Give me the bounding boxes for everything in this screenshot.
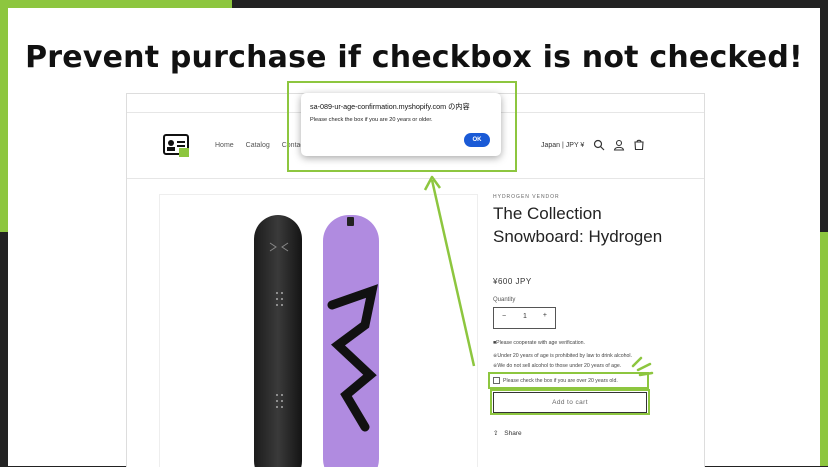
- accent-bar-right: [820, 232, 828, 466]
- age-note-prohibited: ※Under 20 years of age is prohibited by …: [493, 353, 633, 359]
- product-image[interactable]: [159, 194, 478, 467]
- account-icon[interactable]: [613, 139, 625, 151]
- product-title: The Collection Snowboard: Hydrogen: [493, 204, 663, 246]
- slide-headline: Prevent purchase if checkbox is not chec…: [25, 40, 803, 75]
- product-price: ¥600 JPY: [493, 277, 532, 286]
- accent-bar-top: [0, 0, 232, 8]
- country-selector[interactable]: Japan | JPY ¥: [541, 142, 584, 149]
- alert-dialog: sa-089-ur-age-confirmation.myshopify.com…: [301, 93, 501, 156]
- cart-icon[interactable]: [633, 139, 645, 151]
- product-vendor: HYDROGEN VENDOR: [493, 194, 560, 200]
- share-icon: ⇪: [493, 430, 499, 437]
- quantity-stepper: − 1 +: [493, 307, 556, 329]
- highlight-checkbox: [488, 372, 649, 389]
- dialog-ok-button[interactable]: OK: [464, 133, 490, 147]
- store-logo-icon[interactable]: [163, 134, 191, 158]
- search-icon[interactable]: [593, 139, 605, 151]
- quantity-decrease-button[interactable]: −: [502, 313, 506, 320]
- share-label: Share: [504, 430, 522, 437]
- highlight-add-to-cart: [490, 389, 650, 415]
- nav-catalog[interactable]: Catalog: [246, 142, 270, 149]
- age-note-no-sell: ※We do not sell alcohol to those under 2…: [493, 363, 622, 369]
- share-button[interactable]: ⇪ Share: [493, 429, 522, 437]
- quantity-value[interactable]: 1: [523, 313, 527, 320]
- quantity-increase-button[interactable]: +: [543, 312, 547, 319]
- age-note-cooperate: ■Please cooperate with age verification.: [493, 340, 585, 346]
- snowboard-image: [254, 215, 379, 467]
- nav-home[interactable]: Home: [215, 142, 234, 149]
- dialog-message: Please check the box if you are 20 years…: [310, 117, 433, 123]
- quantity-label: Quantity: [493, 297, 516, 303]
- dialog-title: sa-089-ur-age-confirmation.myshopify.com…: [310, 102, 470, 111]
